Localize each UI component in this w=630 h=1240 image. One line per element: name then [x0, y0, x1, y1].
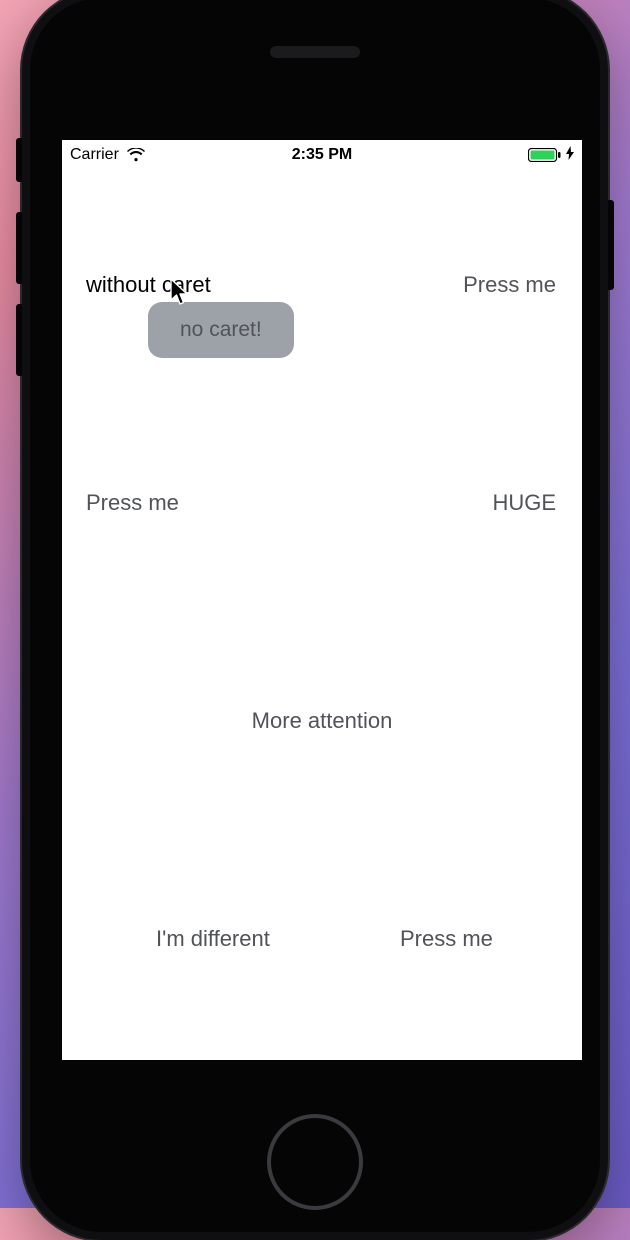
mute-switch[interactable] [16, 138, 22, 182]
app-content: without caret Press me no caret! Press m… [62, 170, 582, 1060]
more-attention-button[interactable]: More attention [252, 708, 393, 734]
press-me-button-bottom-right[interactable]: Press me [400, 926, 493, 952]
press-me-button-top-right[interactable]: Press me [463, 272, 556, 298]
im-different-button[interactable]: I'm different [156, 926, 270, 952]
volume-up-button[interactable] [16, 212, 22, 284]
charging-icon [566, 146, 574, 165]
status-bar: Carrier 2:35 PM [62, 140, 582, 170]
huge-button[interactable]: HUGE [492, 490, 556, 516]
wifi-icon [127, 148, 145, 162]
speaker-grill [270, 46, 360, 58]
carrier-label: Carrier [70, 146, 119, 164]
battery-icon [528, 148, 562, 162]
press-me-button-mid-left[interactable]: Press me [86, 490, 179, 516]
without-caret-button[interactable]: without caret [86, 272, 211, 298]
home-button[interactable] [267, 1114, 363, 1210]
tooltip-text: no caret! [180, 318, 262, 341]
volume-down-button[interactable] [16, 304, 22, 376]
power-button[interactable] [608, 200, 614, 290]
clock: 2:35 PM [292, 146, 352, 164]
tooltip-no-caret: no caret! [148, 302, 294, 358]
device-screen: Carrier 2:35 PM wi [62, 140, 582, 1060]
